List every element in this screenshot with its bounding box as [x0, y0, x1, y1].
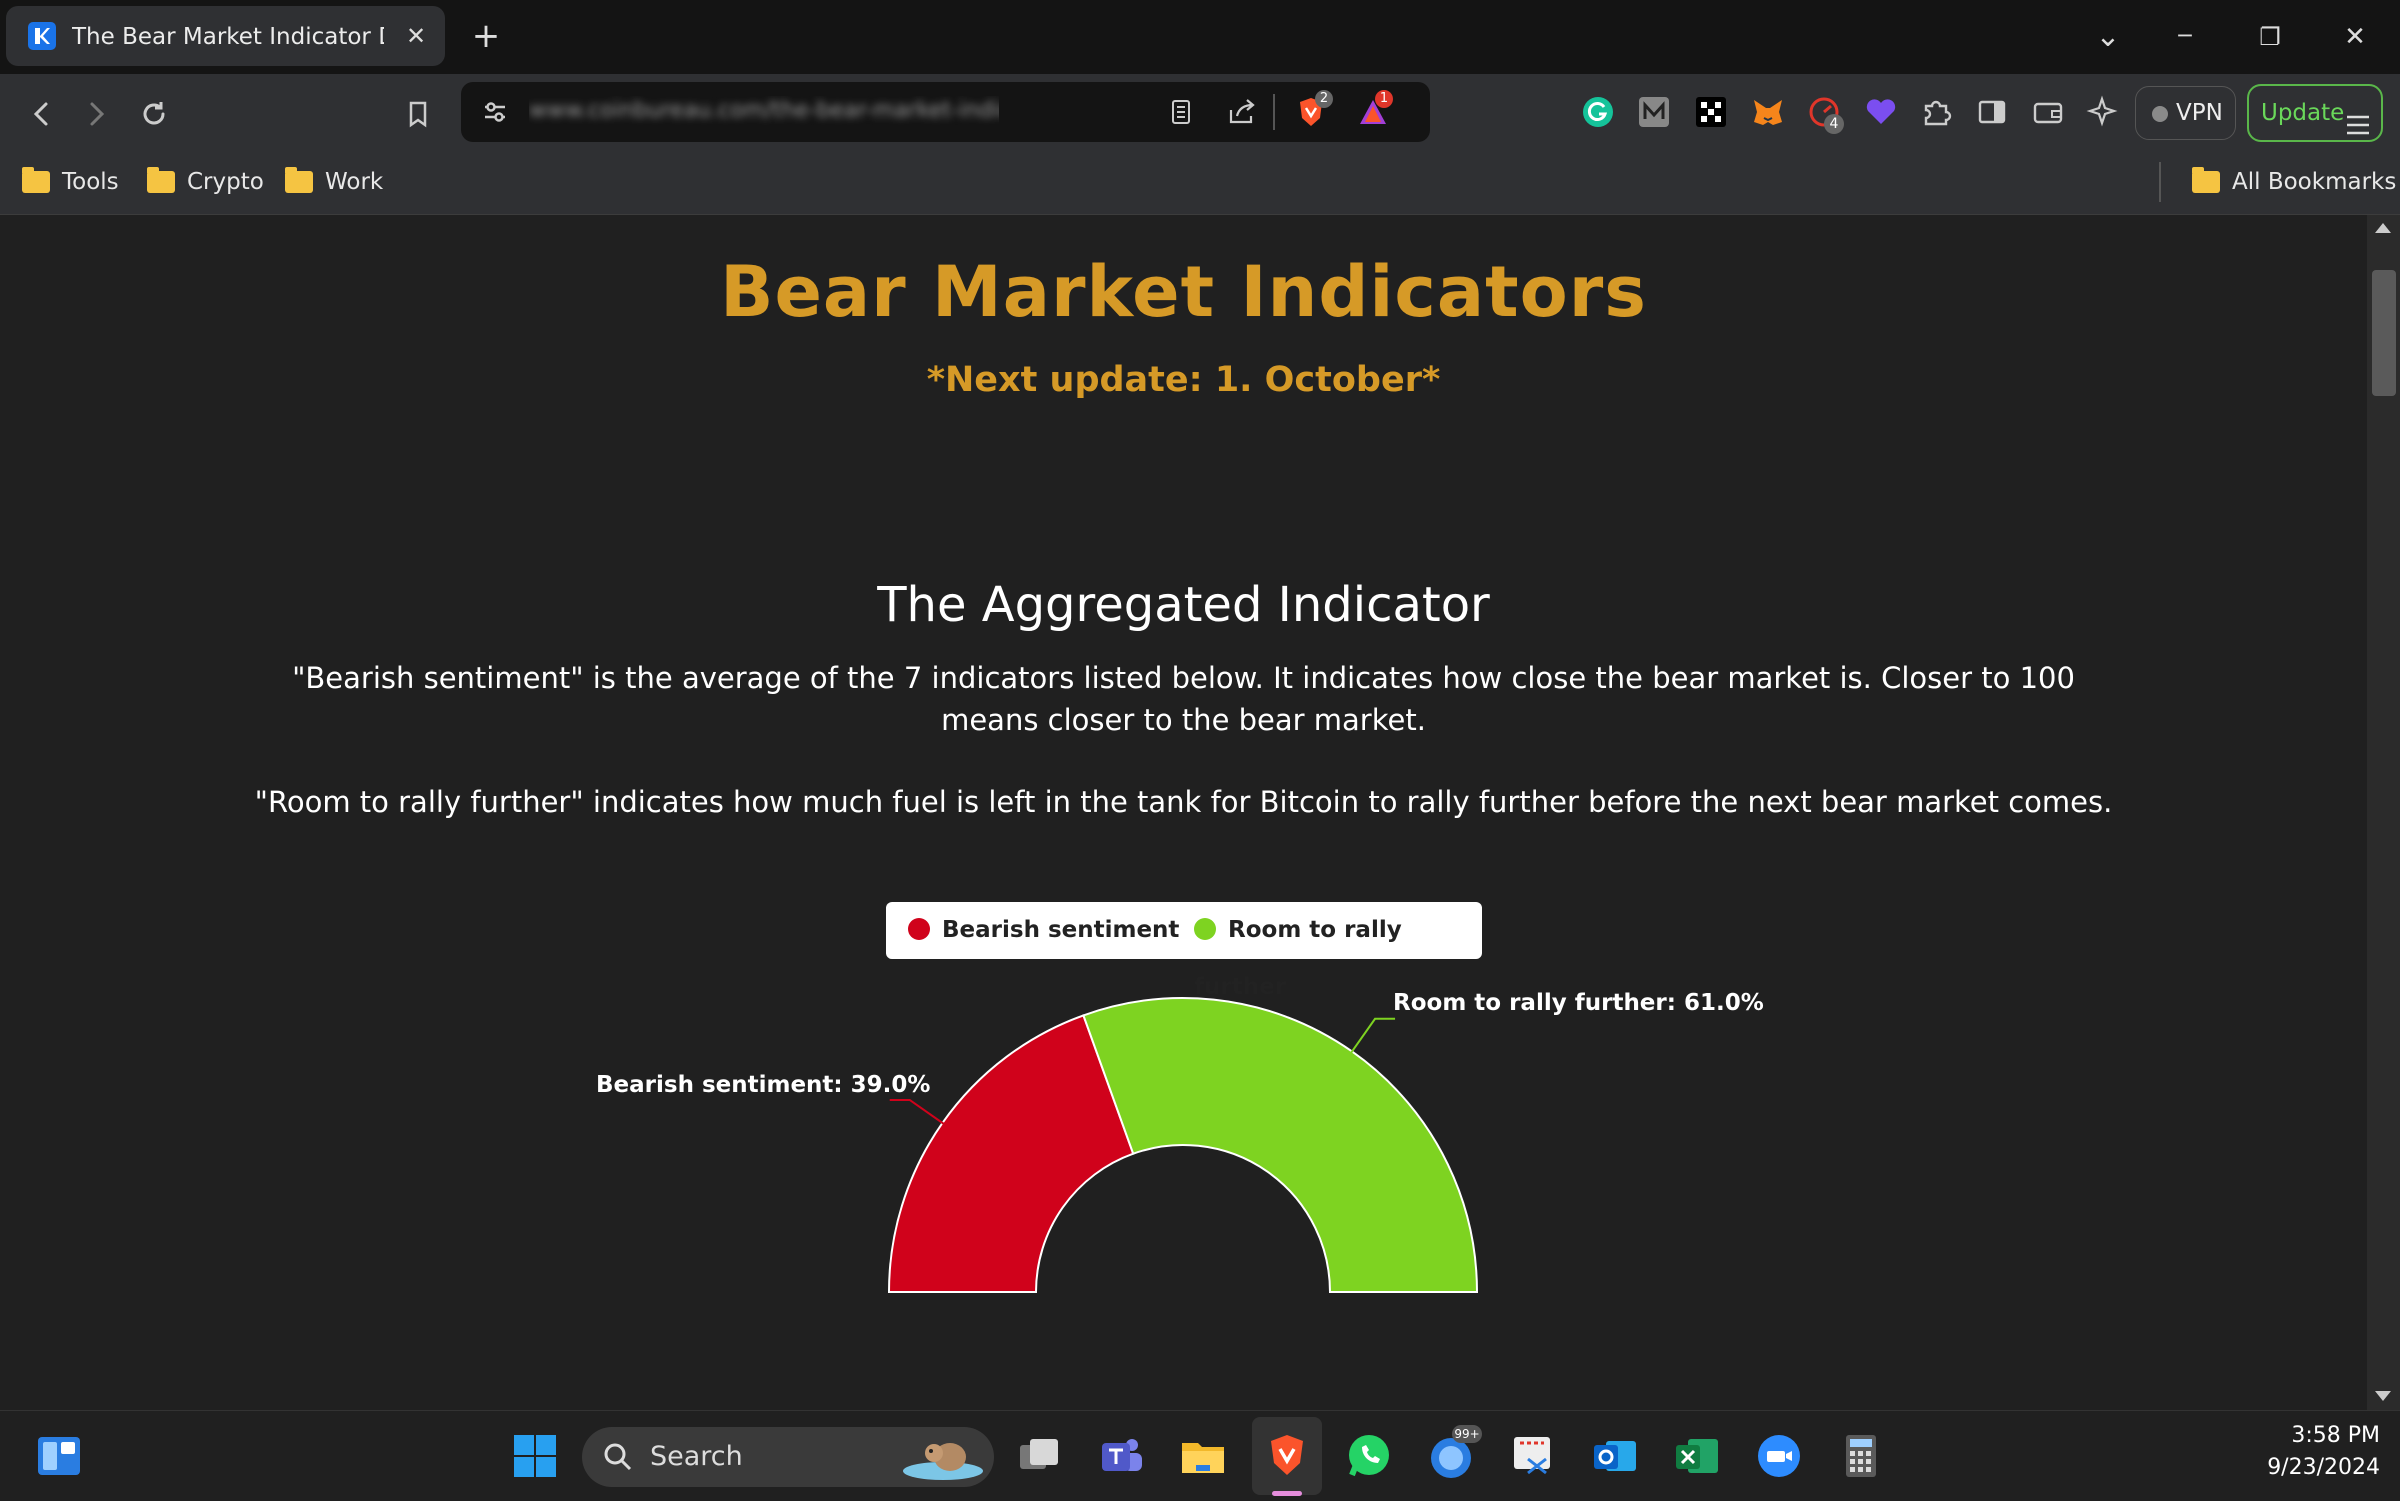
- shields-badge: 2: [1315, 90, 1333, 108]
- site-settings-icon[interactable]: [479, 96, 511, 128]
- heart-extension-icon[interactable]: [1863, 94, 1899, 130]
- chat-notification-badge: 99+: [1452, 1425, 1482, 1443]
- search-icon: [602, 1441, 634, 1473]
- data-label-bearish: Bearish sentiment: 39.0%: [596, 1072, 931, 1098]
- new-tab-button[interactable]: +: [468, 18, 504, 54]
- zoom-icon[interactable]: [1752, 1429, 1806, 1483]
- speed-extension-badge: 4: [1824, 114, 1844, 134]
- url-text[interactable]: www.coinbureau.com/the-bear-market-indic…: [529, 96, 999, 126]
- chart-slice-room-to-rally[interactable]: [1082, 997, 1479, 1293]
- scroll-up-icon[interactable]: [2375, 223, 2391, 233]
- task-view-icon[interactable]: [1012, 1429, 1066, 1483]
- start-icon[interactable]: [508, 1429, 562, 1483]
- bookmarks-bar: Tools Crypto Work All Bookmarks: [0, 150, 2400, 215]
- scroll-down-icon[interactable]: [2375, 1391, 2391, 1401]
- vpn-button[interactable]: VPN: [2135, 86, 2236, 140]
- reload-icon[interactable]: [132, 92, 176, 136]
- chart-slice-bearish[interactable]: [887, 1014, 1135, 1293]
- tab-close-icon[interactable]: ✕: [400, 20, 432, 52]
- active-app-indicator: [1272, 1491, 1302, 1496]
- grammarly-icon[interactable]: [1580, 94, 1616, 130]
- whatsapp-icon[interactable]: [1342, 1429, 1396, 1483]
- chat-app-icon[interactable]: 99+: [1424, 1425, 1482, 1483]
- teams-icon[interactable]: [1094, 1429, 1148, 1483]
- outlook-icon[interactable]: [1588, 1429, 1642, 1483]
- minimize-icon[interactable]: ─: [2160, 14, 2210, 60]
- browser-toolbar: www.coinbureau.com/the-bear-market-indic…: [0, 74, 2400, 150]
- bookmark-page-icon[interactable]: [396, 92, 440, 136]
- brave-shields-icon[interactable]: 2: [1291, 90, 1333, 132]
- leader-line-room-to-rally: [1348, 1017, 1396, 1056]
- clock-time[interactable]: 3:58 PM: [2200, 1421, 2380, 1451]
- scrollbar-thumb[interactable]: [2372, 270, 2396, 396]
- clock-date[interactable]: 9/23/2024: [2200, 1453, 2380, 1483]
- omnibox-divider: [1273, 94, 1275, 130]
- address-bar[interactable]: www.coinbureau.com/the-bear-market-indic…: [461, 82, 1430, 142]
- widgets-icon[interactable]: [32, 1429, 86, 1483]
- restore-icon[interactable]: ❐: [2245, 14, 2295, 60]
- reader-mode-icon[interactable]: [1165, 96, 1197, 128]
- aggregated-indicator-chart: [887, 997, 1479, 1293]
- data-label-room: Room to rally further: 61.0%: [1393, 990, 1764, 1016]
- leader-line-bearish: [889, 1098, 947, 1127]
- brave-rewards-icon[interactable]: 1: [1353, 90, 1393, 132]
- folder-icon: [22, 167, 50, 193]
- update-label: Update: [2261, 100, 2345, 126]
- all-bookmarks-button[interactable]: All Bookmarks: [2192, 164, 2396, 200]
- excel-icon[interactable]: [1670, 1429, 1724, 1483]
- taskbar-search[interactable]: Search: [582, 1427, 994, 1487]
- folder-icon: [2192, 167, 2220, 193]
- okx-icon[interactable]: [1693, 94, 1729, 130]
- sidebar-icon[interactable]: [1974, 94, 2010, 130]
- snipping-tool-icon[interactable]: [1506, 1429, 1560, 1483]
- search-label: Search: [650, 1441, 743, 1472]
- bookmark-folder-work[interactable]: Work: [285, 164, 383, 200]
- close-window-icon[interactable]: ✕: [2330, 14, 2380, 60]
- update-button[interactable]: Update: [2247, 84, 2383, 142]
- tab-search-icon[interactable]: ⌄: [2083, 14, 2133, 60]
- rewards-badge: 1: [1375, 90, 1393, 108]
- back-icon[interactable]: [20, 92, 64, 136]
- share-icon[interactable]: [1225, 96, 1259, 128]
- medium-icon[interactable]: [1636, 94, 1672, 130]
- tab-title: The Bear Market Indicator Dashboard: [72, 24, 384, 50]
- forward-icon[interactable]: [74, 92, 118, 136]
- bookmark-folder-crypto[interactable]: Crypto: [147, 164, 264, 200]
- menu-icon: [2345, 102, 2371, 135]
- wallet-icon[interactable]: [2030, 94, 2066, 130]
- folder-icon: [285, 167, 313, 193]
- calculator-icon[interactable]: [1834, 1429, 1888, 1483]
- vpn-status-icon: [2152, 106, 2168, 122]
- windows-taskbar: Search 99+ 3:58 PM 9/23/2024: [0, 1410, 2400, 1501]
- leo-ai-icon[interactable]: [2086, 94, 2122, 130]
- vpn-label: VPN: [2176, 100, 2223, 126]
- site-favicon-icon: [28, 22, 56, 50]
- speed-extension-icon[interactable]: 4: [1806, 94, 1844, 134]
- metamask-icon[interactable]: [1750, 94, 1786, 130]
- search-highlight-icon: [900, 1431, 986, 1483]
- tab-strip: The Bear Market Indicator Dashboard ✕ + …: [0, 0, 2400, 74]
- folder-icon: [147, 167, 175, 193]
- bookmark-folder-tools[interactable]: Tools: [22, 164, 119, 200]
- extensions-puzzle-icon[interactable]: [1918, 94, 1954, 130]
- file-explorer-icon[interactable]: [1176, 1429, 1230, 1483]
- bookmarks-divider: [2159, 162, 2161, 202]
- browser-tab[interactable]: The Bear Market Indicator Dashboard ✕: [6, 6, 445, 66]
- page-content: Bear Market Indicators *Next update: 1. …: [0, 215, 2367, 1410]
- brave-browser-icon[interactable]: [1260, 1429, 1314, 1483]
